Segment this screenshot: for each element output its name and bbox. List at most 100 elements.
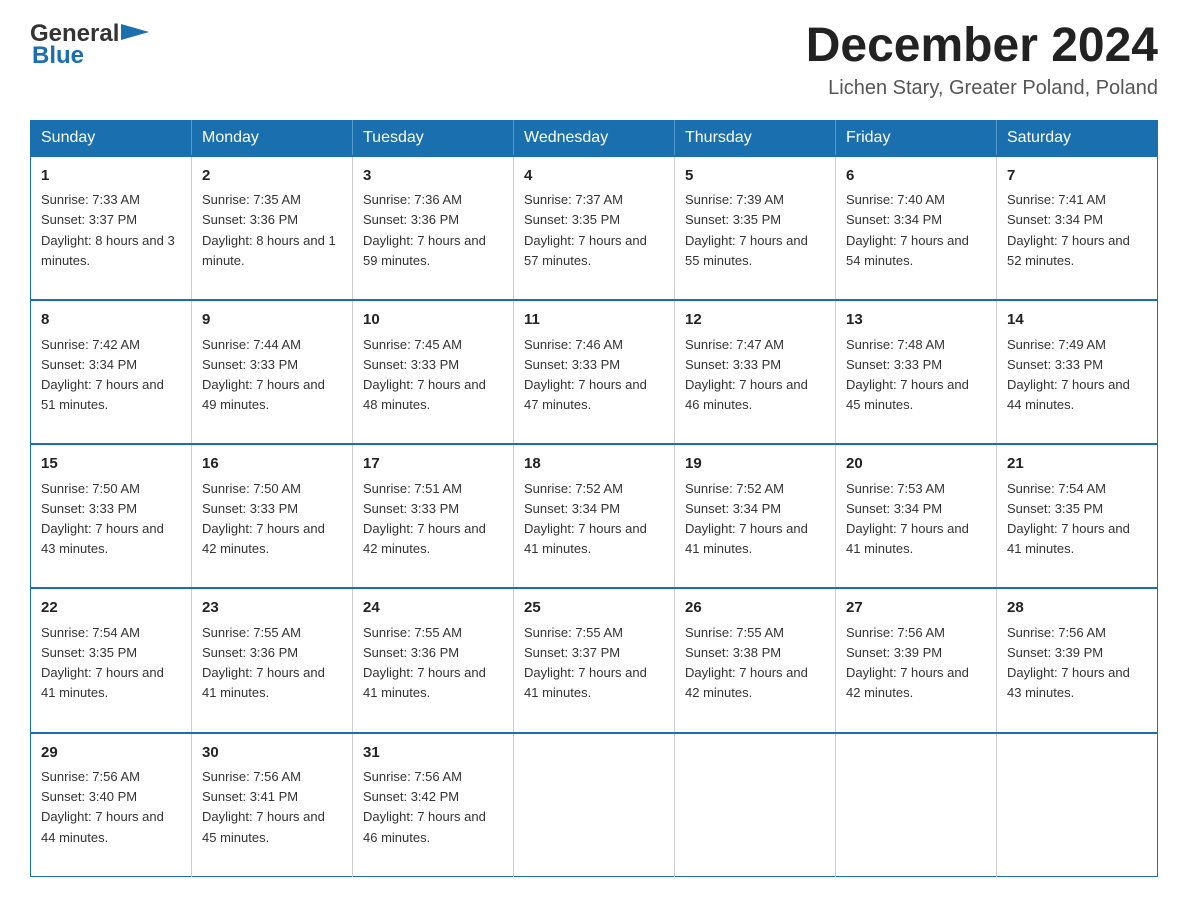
calendar-cell: 2 Sunrise: 7:35 AMSunset: 3:36 PMDayligh…: [192, 156, 353, 300]
calendar-cell: 22 Sunrise: 7:54 AMSunset: 3:35 PMDaylig…: [31, 588, 192, 732]
calendar-cell: 21 Sunrise: 7:54 AMSunset: 3:35 PMDaylig…: [997, 444, 1158, 588]
weekday-header-thursday: Thursday: [675, 120, 836, 156]
calendar-cell: 17 Sunrise: 7:51 AMSunset: 3:33 PMDaylig…: [353, 444, 514, 588]
weekday-header-monday: Monday: [192, 120, 353, 156]
day-number: 24: [363, 597, 503, 620]
day-number: 10: [363, 309, 503, 332]
calendar-cell: [675, 733, 836, 877]
day-number: 27: [846, 597, 986, 620]
calendar-cell: 31 Sunrise: 7:56 AMSunset: 3:42 PMDaylig…: [353, 733, 514, 877]
day-number: 13: [846, 309, 986, 332]
day-info: Sunrise: 7:56 AMSunset: 3:41 PMDaylight:…: [202, 769, 325, 865]
calendar-cell: 23 Sunrise: 7:55 AMSunset: 3:36 PMDaylig…: [192, 588, 353, 732]
day-info: Sunrise: 7:52 AMSunset: 3:34 PMDaylight:…: [524, 481, 647, 577]
day-number: 5: [685, 165, 825, 188]
day-number: 7: [1007, 165, 1147, 188]
calendar-cell: 3 Sunrise: 7:36 AMSunset: 3:36 PMDayligh…: [353, 156, 514, 300]
calendar-cell: [836, 733, 997, 877]
day-info: Sunrise: 7:44 AMSunset: 3:33 PMDaylight:…: [202, 337, 325, 433]
day-number: 30: [202, 742, 342, 765]
day-info: Sunrise: 7:40 AMSunset: 3:34 PMDaylight:…: [846, 192, 969, 288]
day-number: 14: [1007, 309, 1147, 332]
day-info: Sunrise: 7:36 AMSunset: 3:36 PMDaylight:…: [363, 192, 486, 288]
day-info: Sunrise: 7:53 AMSunset: 3:34 PMDaylight:…: [846, 481, 969, 577]
calendar-week-row: 1 Sunrise: 7:33 AMSunset: 3:37 PMDayligh…: [31, 156, 1158, 300]
day-info: Sunrise: 7:37 AMSunset: 3:35 PMDaylight:…: [524, 192, 647, 288]
day-number: 31: [363, 742, 503, 765]
day-info: Sunrise: 7:54 AMSunset: 3:35 PMDaylight:…: [1007, 481, 1130, 577]
day-number: 20: [846, 453, 986, 476]
calendar-cell: 1 Sunrise: 7:33 AMSunset: 3:37 PMDayligh…: [31, 156, 192, 300]
day-info: Sunrise: 7:50 AMSunset: 3:33 PMDaylight:…: [202, 481, 325, 577]
weekday-header-wednesday: Wednesday: [514, 120, 675, 156]
header-title-block: December 2024 Lichen Stary, Greater Pola…: [806, 20, 1158, 100]
calendar-cell: 15 Sunrise: 7:50 AMSunset: 3:33 PMDaylig…: [31, 444, 192, 588]
calendar-cell: 7 Sunrise: 7:41 AMSunset: 3:34 PMDayligh…: [997, 156, 1158, 300]
day-number: 9: [202, 309, 342, 332]
day-info: Sunrise: 7:33 AMSunset: 3:37 PMDaylight:…: [41, 192, 175, 288]
day-info: Sunrise: 7:49 AMSunset: 3:33 PMDaylight:…: [1007, 337, 1130, 433]
calendar-cell: 28 Sunrise: 7:56 AMSunset: 3:39 PMDaylig…: [997, 588, 1158, 732]
calendar-cell: 20 Sunrise: 7:53 AMSunset: 3:34 PMDaylig…: [836, 444, 997, 588]
day-info: Sunrise: 7:55 AMSunset: 3:38 PMDaylight:…: [685, 625, 808, 721]
day-number: 19: [685, 453, 825, 476]
calendar-cell: [514, 733, 675, 877]
calendar-week-row: 8 Sunrise: 7:42 AMSunset: 3:34 PMDayligh…: [31, 300, 1158, 444]
day-info: Sunrise: 7:56 AMSunset: 3:42 PMDaylight:…: [363, 769, 486, 865]
day-info: Sunrise: 7:48 AMSunset: 3:33 PMDaylight:…: [846, 337, 969, 433]
day-info: Sunrise: 7:56 AMSunset: 3:39 PMDaylight:…: [846, 625, 969, 721]
logo-flag-icon: [121, 24, 149, 46]
day-info: Sunrise: 7:54 AMSunset: 3:35 PMDaylight:…: [41, 625, 164, 721]
calendar-cell: 12 Sunrise: 7:47 AMSunset: 3:33 PMDaylig…: [675, 300, 836, 444]
calendar-cell: 16 Sunrise: 7:50 AMSunset: 3:33 PMDaylig…: [192, 444, 353, 588]
day-info: Sunrise: 7:52 AMSunset: 3:34 PMDaylight:…: [685, 481, 808, 577]
day-info: Sunrise: 7:45 AMSunset: 3:33 PMDaylight:…: [363, 337, 486, 433]
day-info: Sunrise: 7:39 AMSunset: 3:35 PMDaylight:…: [685, 192, 808, 288]
day-number: 21: [1007, 453, 1147, 476]
day-number: 26: [685, 597, 825, 620]
calendar-cell: 5 Sunrise: 7:39 AMSunset: 3:35 PMDayligh…: [675, 156, 836, 300]
logo-blue-text: Blue: [32, 42, 84, 70]
day-number: 29: [41, 742, 181, 765]
day-number: 6: [846, 165, 986, 188]
calendar-cell: 29 Sunrise: 7:56 AMSunset: 3:40 PMDaylig…: [31, 733, 192, 877]
calendar-cell: 24 Sunrise: 7:55 AMSunset: 3:36 PMDaylig…: [353, 588, 514, 732]
day-number: 18: [524, 453, 664, 476]
weekday-header-friday: Friday: [836, 120, 997, 156]
logo: General Blue: [30, 20, 149, 70]
day-number: 12: [685, 309, 825, 332]
calendar-cell: 6 Sunrise: 7:40 AMSunset: 3:34 PMDayligh…: [836, 156, 997, 300]
calendar-cell: 25 Sunrise: 7:55 AMSunset: 3:37 PMDaylig…: [514, 588, 675, 732]
day-number: 28: [1007, 597, 1147, 620]
calendar-cell: 13 Sunrise: 7:48 AMSunset: 3:33 PMDaylig…: [836, 300, 997, 444]
day-number: 23: [202, 597, 342, 620]
page-header: General Blue December 2024 Lichen Stary,…: [30, 20, 1158, 100]
calendar-cell: 11 Sunrise: 7:46 AMSunset: 3:33 PMDaylig…: [514, 300, 675, 444]
day-number: 15: [41, 453, 181, 476]
day-number: 2: [202, 165, 342, 188]
day-info: Sunrise: 7:50 AMSunset: 3:33 PMDaylight:…: [41, 481, 164, 577]
calendar-cell: 14 Sunrise: 7:49 AMSunset: 3:33 PMDaylig…: [997, 300, 1158, 444]
day-number: 22: [41, 597, 181, 620]
day-number: 3: [363, 165, 503, 188]
day-info: Sunrise: 7:55 AMSunset: 3:36 PMDaylight:…: [363, 625, 486, 721]
weekday-header-tuesday: Tuesday: [353, 120, 514, 156]
calendar-cell: 9 Sunrise: 7:44 AMSunset: 3:33 PMDayligh…: [192, 300, 353, 444]
weekday-header-row: SundayMondayTuesdayWednesdayThursdayFrid…: [31, 120, 1158, 156]
weekday-header-sunday: Sunday: [31, 120, 192, 156]
day-info: Sunrise: 7:51 AMSunset: 3:33 PMDaylight:…: [363, 481, 486, 577]
day-info: Sunrise: 7:41 AMSunset: 3:34 PMDaylight:…: [1007, 192, 1130, 288]
calendar-cell: 4 Sunrise: 7:37 AMSunset: 3:35 PMDayligh…: [514, 156, 675, 300]
day-info: Sunrise: 7:42 AMSunset: 3:34 PMDaylight:…: [41, 337, 164, 433]
day-number: 1: [41, 165, 181, 188]
day-number: 4: [524, 165, 664, 188]
day-info: Sunrise: 7:47 AMSunset: 3:33 PMDaylight:…: [685, 337, 808, 433]
calendar-cell: 27 Sunrise: 7:56 AMSunset: 3:39 PMDaylig…: [836, 588, 997, 732]
day-number: 17: [363, 453, 503, 476]
day-info: Sunrise: 7:46 AMSunset: 3:33 PMDaylight:…: [524, 337, 647, 433]
location-subtitle: Lichen Stary, Greater Poland, Poland: [806, 77, 1158, 100]
day-number: 11: [524, 309, 664, 332]
calendar-cell: 30 Sunrise: 7:56 AMSunset: 3:41 PMDaylig…: [192, 733, 353, 877]
day-number: 16: [202, 453, 342, 476]
day-info: Sunrise: 7:56 AMSunset: 3:40 PMDaylight:…: [41, 769, 164, 865]
